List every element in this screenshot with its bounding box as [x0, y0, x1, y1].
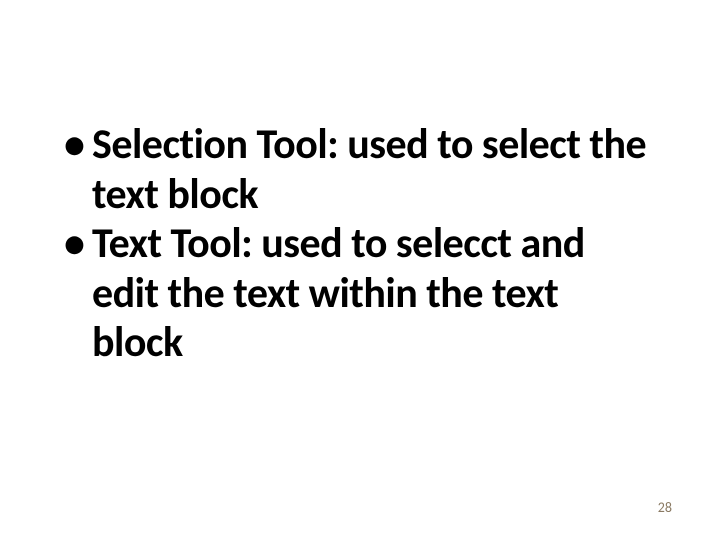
bullet-list: • Selection Tool: used to select the tex… — [64, 120, 656, 368]
bullet-icon: • — [64, 120, 92, 170]
bullet-text: Selection Tool: used to select the text … — [92, 120, 656, 219]
bullet-text: Text Tool: used to selecct and edit the … — [92, 219, 656, 368]
bullet-icon: • — [64, 219, 92, 269]
page-number: 28 — [658, 499, 672, 516]
slide: • Selection Tool: used to select the tex… — [0, 0, 720, 540]
list-item: • Selection Tool: used to select the tex… — [64, 120, 656, 219]
list-item: • Text Tool: used to selecct and edit th… — [64, 219, 656, 368]
